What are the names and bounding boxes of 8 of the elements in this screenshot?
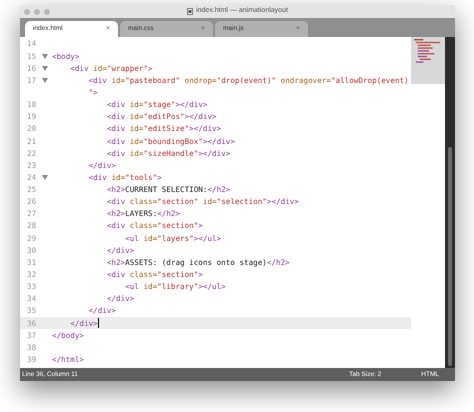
- text-cursor: [98, 318, 99, 328]
- scrollbar[interactable]: [445, 37, 455, 368]
- scrollbar-thumb[interactable]: [448, 147, 452, 366]
- fold-arrow-icon[interactable]: [42, 54, 48, 59]
- fold-arrow-icon[interactable]: [42, 175, 48, 180]
- fold-arrow-icon[interactable]: [42, 66, 48, 71]
- fold-arrow-icon[interactable]: [42, 78, 48, 83]
- document-icon: [187, 8, 194, 15]
